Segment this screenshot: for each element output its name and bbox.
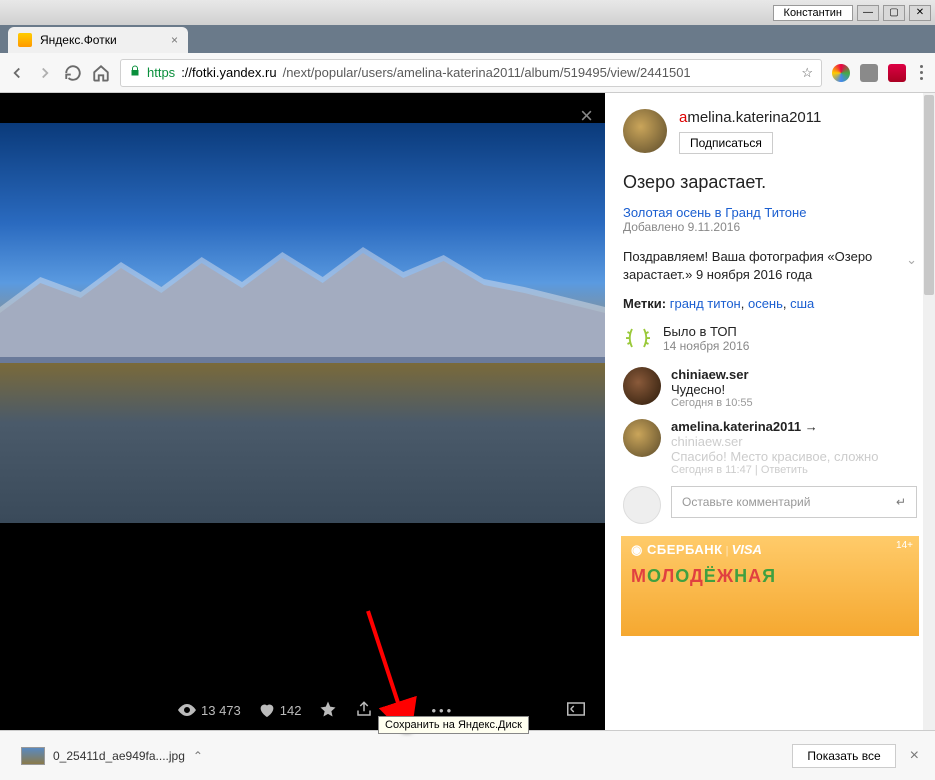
comment: amelina.katerina2011 → chiniaew.ser Спас… — [623, 419, 917, 476]
comment-text: Спасибо! Место красивое, сложно — [671, 449, 878, 464]
url-path: /next/popular/users/amelina-katerina2011… — [283, 65, 691, 80]
commenter-avatar[interactable] — [623, 367, 661, 405]
minimize-button[interactable]: — — [857, 5, 879, 21]
tag-link[interactable]: гранд титон — [670, 296, 741, 311]
reload-button[interactable] — [64, 64, 82, 82]
back-button[interactable] — [8, 64, 26, 82]
author-avatar[interactable] — [623, 109, 667, 153]
tags-block: Метки: гранд титон, осень, сша — [623, 296, 917, 311]
favicon-icon — [18, 33, 32, 47]
ad-headline: МОЛОДЁЖНАЯ — [631, 566, 909, 587]
extension-icon-3[interactable] — [888, 64, 906, 82]
advertisement[interactable]: 14+ ◉ СБЕРБАНК | VISA МОЛОДЁЖНАЯ — [621, 536, 919, 636]
tab-title: Яндекс.Фотки — [40, 33, 117, 47]
top-badge: Было в ТОП 14 ноября 2016 — [623, 323, 917, 353]
ad-age-label: 14+ — [896, 540, 913, 551]
browser-menu-button[interactable] — [916, 61, 927, 84]
album-link[interactable]: Золотая осень в Гранд Титоне — [623, 205, 917, 220]
comment: chiniaew.ser Чудесно! Сегодня в 10:55 — [623, 367, 917, 409]
close-downloads-bar-icon[interactable]: × — [906, 743, 923, 769]
subscribe-button[interactable]: Подписаться — [679, 132, 773, 154]
browser-tab[interactable]: Яндекс.Фотки × — [8, 27, 188, 53]
congrats-text: Поздравляем! Ваша фотография «Озеро зара… — [623, 248, 917, 284]
favorite-star-icon[interactable] — [319, 700, 337, 721]
share-icon[interactable] — [355, 700, 373, 721]
close-viewer-icon[interactable]: × — [580, 103, 593, 129]
tag-link[interactable]: осень — [748, 296, 783, 311]
submit-icon[interactable]: ↵ — [896, 495, 906, 509]
info-sidebar: amelina.katerina2011 Подписаться Озеро з… — [605, 93, 935, 730]
fullscreen-icon[interactable] — [567, 702, 585, 719]
home-button[interactable] — [92, 64, 110, 82]
extension-icon-1[interactable] — [832, 64, 850, 82]
page-content: × 13 473 142 ••• Сохранить на Яндекс.Дис… — [0, 93, 935, 730]
browser-toolbar: https ://fotki.yandex.ru/next/popular/use… — [0, 53, 935, 93]
download-thumbnail-icon — [21, 747, 45, 765]
photo-title: Озеро зарастает. — [623, 172, 917, 193]
author-block: amelina.katerina2011 Подписаться — [623, 109, 917, 154]
user-button[interactable]: Константин — [773, 5, 853, 21]
address-bar[interactable]: https ://fotki.yandex.ru/next/popular/use… — [120, 59, 822, 87]
close-window-button[interactable]: ✕ — [909, 5, 931, 21]
comment-input[interactable]: Оставьте комментарий ↵ — [671, 486, 917, 518]
save-tooltip: Сохранить на Яндекс.Диск — [378, 716, 529, 734]
laurel-icon — [623, 323, 653, 353]
download-filename: 0_25411d_ae949fa....jpg — [53, 749, 185, 763]
views-stat: 13 473 — [178, 703, 241, 718]
downloads-bar: 0_25411d_ae949fa....jpg ⌃ Показать все × — [0, 730, 935, 780]
tab-close-icon[interactable]: × — [171, 33, 178, 47]
show-all-downloads-button[interactable]: Показать все — [792, 744, 895, 768]
download-chevron-icon[interactable]: ⌃ — [193, 749, 203, 763]
expand-chevron-icon[interactable]: ⌄ — [906, 251, 917, 269]
reply-to-name[interactable]: chiniaew.ser — [671, 434, 878, 449]
commenter-name[interactable]: amelina.katerina2011 → — [671, 419, 878, 434]
comment-placeholder: Оставьте комментарий — [682, 495, 810, 509]
tags-label: Метки: — [623, 296, 666, 311]
comment-text: Чудесно! — [671, 382, 753, 397]
bookmark-star-icon[interactable]: ☆ — [801, 65, 813, 81]
commenter-name[interactable]: chiniaew.ser — [671, 367, 753, 382]
reply-area: Оставьте комментарий ↵ — [623, 486, 917, 518]
forward-button[interactable] — [36, 64, 54, 82]
url-protocol: https — [147, 65, 175, 80]
lock-icon — [129, 64, 141, 81]
sidebar-scrollbar[interactable] — [923, 93, 935, 730]
ad-brand: ◉ СБЕРБАНК — [631, 542, 723, 557]
added-date: Добавлено 9.11.2016 — [623, 220, 917, 234]
comment-time: Сегодня в 10:55 — [671, 397, 753, 409]
commenter-avatar[interactable] — [623, 419, 661, 457]
window-titlebar: Константин — ▢ ✕ — [0, 0, 935, 25]
comment-time: Сегодня в 11:47 | Ответить — [671, 464, 878, 476]
extension-icon-2[interactable] — [860, 64, 878, 82]
download-item[interactable]: 0_25411d_ae949fa....jpg ⌃ — [12, 742, 212, 770]
reply-link[interactable]: Ответить — [761, 464, 808, 476]
scrollbar-thumb[interactable] — [924, 95, 934, 295]
ad-visa: VISA — [732, 542, 762, 557]
tag-link[interactable]: сша — [790, 296, 814, 311]
current-user-avatar — [623, 486, 661, 524]
top-date: 14 ноября 2016 — [663, 339, 749, 353]
tab-strip: Яндекс.Фотки × — [0, 25, 935, 53]
author-username[interactable]: amelina.katerina2011 — [679, 109, 821, 126]
url-host: ://fotki.yandex.ru — [181, 65, 276, 80]
likes-stat[interactable]: 142 — [259, 703, 302, 718]
top-label: Было в ТОП — [663, 324, 749, 339]
photo-image[interactable] — [0, 123, 605, 523]
maximize-button[interactable]: ▢ — [883, 5, 905, 21]
photo-viewer: × 13 473 142 ••• Сохранить на Яндекс.Дис… — [0, 93, 605, 730]
